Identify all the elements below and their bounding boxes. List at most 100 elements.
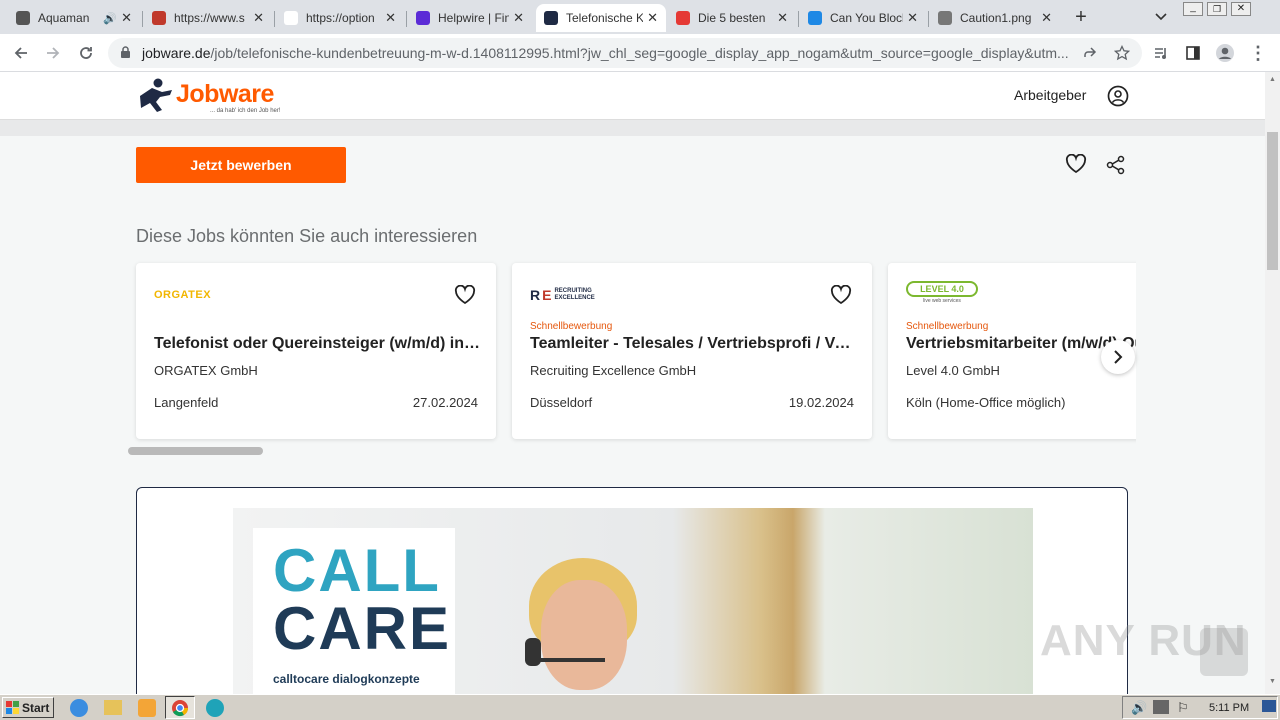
tab-title: Can You Block [830, 11, 904, 25]
job-card-2[interactable]: RE RECRUITING EXCELLENCE Schnellbewerbun… [512, 263, 872, 439]
job-location: Düsseldorf [530, 395, 593, 410]
tab-title: Aquaman [38, 11, 90, 25]
browser-tab-8[interactable]: Caution1.png ✕ [930, 4, 1060, 32]
favorite-heart-icon[interactable] [454, 284, 476, 308]
clock: 5:11 PM [1209, 702, 1250, 714]
show-desktop-icon[interactable] [1262, 700, 1276, 712]
start-button[interactable]: Start [2, 697, 54, 718]
carousel-next-button[interactable] [1101, 340, 1135, 374]
browser-tab-2[interactable]: https://www.s ✕ [144, 4, 272, 32]
scroll-up-icon[interactable]: ▲ [1269, 76, 1276, 83]
menu-kebab-icon[interactable]: ⋮ [1245, 40, 1271, 66]
tab-close-icon[interactable]: ✕ [385, 10, 396, 26]
tab-close-icon[interactable]: ✕ [907, 10, 918, 26]
tab-close-icon[interactable]: ✕ [121, 10, 132, 26]
browser-tab-strip: Aquaman 🔊 ✕ https://www.s ✕ https://option ✕ He… [0, 0, 1280, 34]
tab-close-icon[interactable]: ✕ [647, 10, 658, 26]
network-icon[interactable] [1153, 700, 1169, 714]
scrollbar-thumb[interactable] [1267, 132, 1278, 270]
tab-favicon-icon [284, 11, 298, 25]
reload-icon[interactable] [73, 40, 99, 66]
forward-icon[interactable] [40, 40, 66, 66]
job-location: Langenfeld [154, 395, 219, 410]
section-title: Diese Jobs könnten Sie auch interessiere… [136, 226, 478, 246]
tab-title: Telefonische K [566, 11, 644, 25]
site-header: Jobware ... da hab' ich den Job her! Arb… [0, 72, 1265, 120]
browser-toolbar: jobware.de/job/telefonische-kundenbetreu… [0, 34, 1280, 72]
bookmark-star-icon[interactable] [1109, 40, 1135, 66]
browser-tab-4[interactable]: Helpwire | Finc✕ [408, 4, 532, 32]
tab-separator [142, 11, 143, 27]
quick-apply-badge: Schnellbewerbung [530, 321, 613, 332]
job-title[interactable]: Telefonist oder Quereinsteiger (w/m/d) i… [154, 335, 480, 353]
browser-tab-1[interactable]: Aquaman 🔊 ✕ [8, 4, 140, 32]
share-job-icon[interactable] [1106, 155, 1126, 178]
browser-tab-5[interactable]: Telefonische K ✕ [536, 4, 666, 32]
tab-favicon-icon [152, 11, 166, 25]
tab-close-icon[interactable]: ✕ [777, 10, 788, 26]
minimize-button[interactable]: _ [1183, 2, 1203, 16]
tab-close-icon[interactable]: ✕ [513, 10, 524, 26]
flag-icon[interactable]: ⚐ [1177, 700, 1189, 716]
company-banner-box: CALL CARE calltocare dialogkonzepte [136, 487, 1128, 707]
scroll-top-button[interactable] [1200, 628, 1248, 676]
page-scrollbar[interactable]: ▲ ▼ [1265, 72, 1280, 694]
chrome-taskbar-button[interactable] [165, 696, 195, 719]
window-controls: _ ❐ ✕ [1183, 2, 1251, 16]
back-icon[interactable] [8, 40, 34, 66]
apply-button[interactable]: Jetzt bewerben [136, 147, 346, 183]
tab-title: Helpwire | Finc [438, 11, 510, 25]
job-card-1[interactable]: ORGATEX Telefonist oder Quereinsteiger (… [136, 263, 496, 439]
company-logo-level40: LEVEL 4.0 live web services [906, 281, 978, 307]
tab-separator [406, 11, 407, 27]
system-tray: 🔊 ⚐ 5:11 PM [1122, 696, 1278, 719]
job-date: 19.02.2024 [788, 395, 854, 410]
tab-title: Caution1.png [960, 11, 1032, 25]
close-window-button[interactable]: ✕ [1231, 2, 1251, 16]
ie-icon[interactable] [70, 699, 88, 717]
new-tab-button[interactable]: + [1068, 4, 1094, 30]
volume-icon[interactable]: 🔊 [1131, 700, 1147, 716]
media-player-icon[interactable] [138, 699, 156, 717]
tab-close-icon[interactable]: ✕ [253, 10, 264, 26]
browser-tab-6[interactable]: Die 5 besten ✕ [668, 4, 796, 32]
save-job-heart-icon[interactable] [1065, 153, 1087, 177]
edge-icon[interactable] [206, 699, 224, 717]
tab-title: https://option [306, 11, 375, 25]
job-company: ORGATEX GmbH [154, 363, 258, 378]
profile-avatar-icon[interactable] [1212, 40, 1238, 66]
tab-title: Die 5 besten [698, 11, 766, 25]
address-bar[interactable]: jobware.de/job/telefonische-kundenbetreu… [108, 38, 1142, 68]
job-carousel: ORGATEX Telefonist oder Quereinsteiger (… [130, 250, 1136, 450]
side-panel-icon[interactable] [1180, 40, 1206, 66]
job-company: Level 4.0 GmbH [906, 363, 1000, 378]
chevron-right-icon [1114, 350, 1123, 364]
explorer-folder-icon[interactable] [104, 700, 122, 715]
media-control-icon[interactable] [1148, 40, 1174, 66]
job-title[interactable]: Teamleiter - Telesales / Vertriebsprofi … [530, 335, 856, 353]
tab-separator [274, 11, 275, 27]
employer-link[interactable]: Arbeitgeber [1014, 87, 1086, 103]
tab-separator [928, 11, 929, 27]
tab-search-chevron-icon[interactable] [1148, 4, 1174, 30]
carousel-scrollbar-thumb[interactable] [128, 447, 263, 455]
share-icon[interactable] [1077, 40, 1103, 66]
jobware-logo[interactable]: Jobware ... da hab' ich den Job her! [136, 78, 296, 118]
tab-favicon-icon [544, 11, 558, 25]
job-card-3[interactable]: LEVEL 4.0 live web services Schnellbewer… [888, 263, 1136, 439]
favorite-heart-icon[interactable] [830, 284, 852, 308]
account-icon[interactable] [1107, 85, 1129, 110]
jobware-runner-icon [140, 78, 172, 112]
logo-tagline: ... da hab' ich den Job her! [210, 108, 281, 114]
scroll-down-icon[interactable]: ▼ [1269, 678, 1276, 685]
browser-tab-3[interactable]: https://option ✕ [276, 4, 404, 32]
job-location: Köln (Home-Office möglich) [906, 395, 1066, 410]
tab-favicon-icon [808, 11, 822, 25]
quick-apply-badge: Schnellbewerbung [906, 321, 989, 332]
tab-audio-icon[interactable]: 🔊 [103, 12, 117, 25]
url-host: jobware.de [142, 45, 211, 61]
browser-tab-7[interactable]: Can You Block ✕ [800, 4, 926, 32]
tab-favicon-icon [416, 11, 430, 25]
restore-button[interactable]: ❐ [1207, 2, 1227, 16]
tab-close-icon[interactable]: ✕ [1041, 10, 1052, 26]
